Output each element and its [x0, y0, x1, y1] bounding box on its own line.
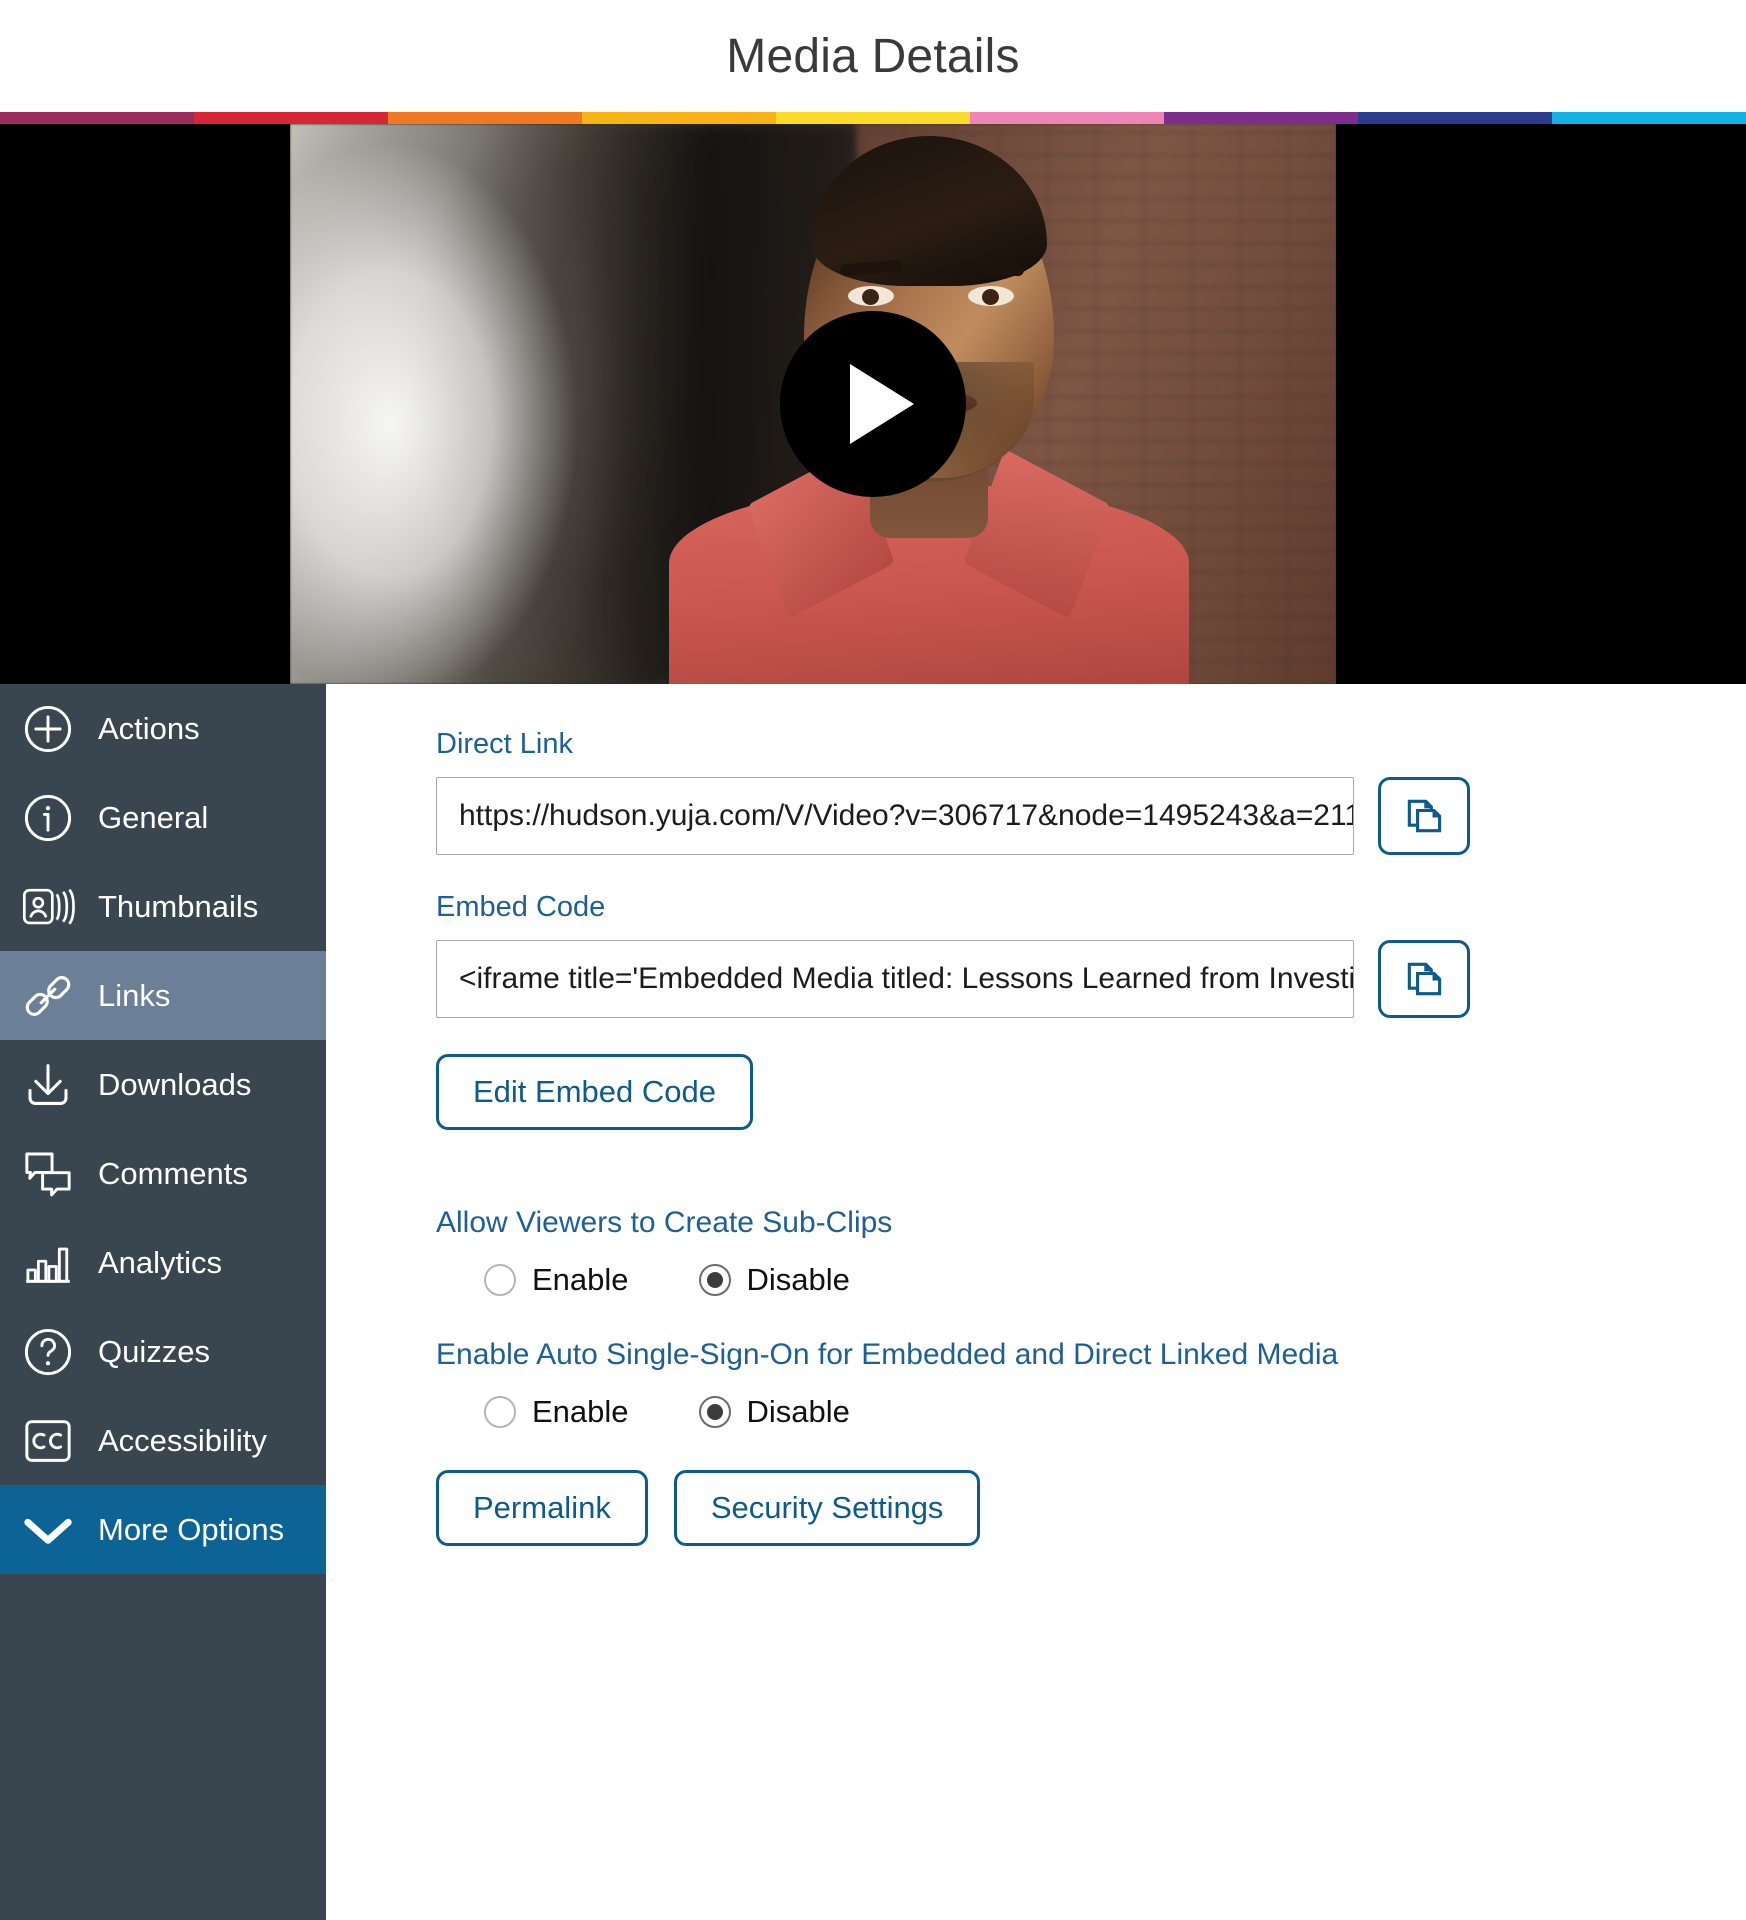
comments-icon	[20, 1146, 76, 1202]
link-chain-icon	[20, 968, 76, 1024]
radio-label: Disable	[746, 1394, 850, 1429]
copy-icon	[1407, 799, 1442, 833]
sidebar-item-label: Actions	[98, 710, 200, 746]
thumbnails-icon	[20, 879, 76, 935]
bar-chart-icon	[20, 1235, 76, 1291]
stripe-segment-2	[194, 112, 388, 124]
sidebar-item-more-options[interactable]: More Options	[0, 1485, 326, 1574]
edit-embed-code-button[interactable]: Edit Embed Code	[436, 1054, 753, 1130]
radio-button-disable[interactable]	[698, 1396, 731, 1428]
embed-code-field-group: Embed Code <iframe title='Embedded Media…	[436, 891, 1746, 1018]
stripe-segment-7	[1164, 112, 1358, 124]
content-area: Actions General Thumbnails Links Downloads Co…	[0, 684, 1746, 1920]
sidebar-item-links[interactable]: Links	[0, 951, 326, 1040]
radio-option-enable[interactable]: Enable	[484, 1262, 629, 1298]
permalink-button[interactable]: Permalink	[436, 1470, 648, 1546]
page-title: Media Details	[726, 29, 1020, 83]
sidebar-item-general[interactable]: General	[0, 773, 326, 862]
brand-color-stripe	[0, 112, 1746, 124]
stripe-segment-9	[1552, 112, 1746, 124]
copy-direct-link-button[interactable]	[1378, 777, 1470, 855]
page-header: Media Details	[0, 0, 1746, 112]
radio-button-disable[interactable]	[698, 1264, 731, 1296]
radio-label: Disable	[746, 1262, 850, 1297]
copy-embed-code-button[interactable]	[1378, 940, 1470, 1018]
sidebar-nav: Actions General Thumbnails Links Downloads Co…	[0, 684, 326, 1920]
sidebar-item-label: Thumbnails	[98, 888, 259, 924]
sidebar-item-label: Analytics	[98, 1244, 223, 1280]
sidebar-item-thumbnails[interactable]: Thumbnails	[0, 862, 326, 951]
info-circle-icon	[20, 790, 76, 846]
sidebar-item-actions[interactable]: Actions	[0, 684, 326, 773]
sub-clips-title: Allow Viewers to Create Sub-Clips	[436, 1206, 893, 1239]
sidebar-item-downloads[interactable]: Downloads	[0, 1040, 326, 1129]
download-icon	[20, 1057, 76, 1113]
security-settings-button[interactable]: Security Settings	[673, 1470, 981, 1546]
direct-link-input[interactable]: https://hudson.yuja.com/V/Video?v=306717…	[436, 777, 1354, 855]
subject-eye-right	[967, 286, 1014, 306]
play-button[interactable]	[780, 311, 966, 497]
stripe-segment-3	[388, 112, 582, 124]
auto-sso-setting: Enable Auto Single-Sign-On for Embedded …	[436, 1338, 1746, 1430]
stripe-segment-1	[0, 112, 194, 124]
direct-link-label: Direct Link	[436, 728, 573, 760]
direct-link-field-group: Direct Link https://hudson.yuja.com/V/Vi…	[436, 728, 1746, 855]
video-preview[interactable]	[0, 124, 1746, 684]
stripe-segment-8	[1358, 112, 1552, 124]
question-circle-icon	[20, 1324, 76, 1380]
links-panel: Direct Link https://hudson.yuja.com/V/Vi…	[326, 684, 1746, 1920]
footer-button-row: Permalink Security Settings	[436, 1470, 1746, 1546]
auto-sso-title: Enable Auto Single-Sign-On for Embedded …	[436, 1338, 1339, 1371]
closed-caption-icon	[20, 1413, 76, 1469]
sidebar-item-label: Comments	[98, 1155, 248, 1191]
copy-icon	[1407, 962, 1442, 996]
radio-label: Enable	[532, 1262, 629, 1297]
sidebar-item-label: Quizzes	[98, 1333, 210, 1369]
subject-eye-left	[847, 286, 894, 306]
sidebar-item-label: Accessibility	[98, 1422, 267, 1458]
radio-label: Enable	[532, 1394, 629, 1429]
sidebar-item-label: General	[98, 799, 209, 835]
sidebar-item-label: Links	[98, 977, 171, 1013]
sidebar-item-label: More Options	[98, 1511, 285, 1547]
play-icon	[850, 364, 914, 444]
embed-code-label: Embed Code	[436, 891, 606, 923]
sidebar-item-accessibility[interactable]: Accessibility	[0, 1396, 326, 1485]
stripe-segment-4	[582, 112, 776, 124]
radio-option-disable[interactable]: Disable	[698, 1394, 850, 1430]
sidebar-item-comments[interactable]: Comments	[0, 1129, 326, 1218]
radio-button-enable[interactable]	[484, 1396, 516, 1428]
sidebar-item-quizzes[interactable]: Quizzes	[0, 1307, 326, 1396]
stripe-segment-6	[970, 112, 1164, 124]
radio-option-disable[interactable]: Disable	[698, 1262, 850, 1298]
sub-clips-setting: Allow Viewers to Create Sub-Clips Enable…	[436, 1206, 1746, 1298]
stripe-segment-5	[776, 112, 970, 124]
radio-button-enable[interactable]	[484, 1264, 516, 1296]
plus-circle-icon	[20, 701, 76, 757]
embed-code-input[interactable]: <iframe title='Embedded Media titled: Le…	[436, 940, 1354, 1018]
sidebar-item-analytics[interactable]: Analytics	[0, 1218, 326, 1307]
sidebar-item-label: Downloads	[98, 1066, 252, 1102]
auto-sso-radio-group: Enable Disable	[436, 1394, 1746, 1430]
chevron-down-icon	[20, 1502, 76, 1558]
radio-option-enable[interactable]: Enable	[484, 1394, 629, 1430]
sub-clips-radio-group: Enable Disable	[436, 1262, 1746, 1298]
